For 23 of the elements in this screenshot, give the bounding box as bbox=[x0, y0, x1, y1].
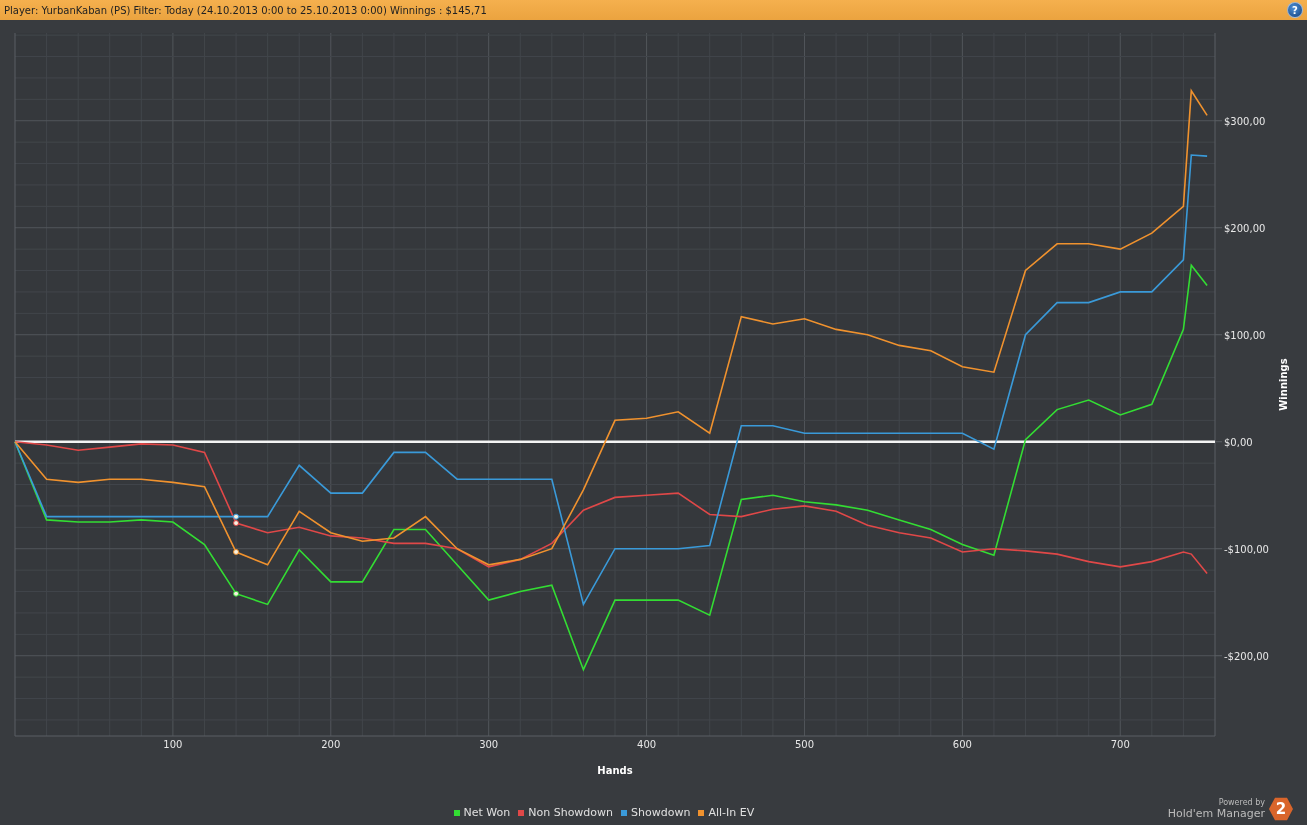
filter-summary: Player: YurbanKaban (PS) Filter: Today (24.10.2013 0:00 to 25.10.2013 0:00) Winnings : $145,71 bbox=[4, 4, 487, 16]
y-axis-title: Winnings bbox=[1278, 358, 1289, 411]
y-tick-label: $300,00 bbox=[1224, 115, 1266, 127]
x-tick-label: 500 bbox=[794, 739, 814, 750]
x-tick-label: 200 bbox=[321, 739, 341, 750]
legend-label: All-In EV bbox=[708, 806, 755, 819]
y-tick-label: -$100,00 bbox=[1224, 543, 1269, 555]
legend-label: Non Showdown bbox=[528, 806, 614, 819]
y-tick-label: $100,00 bbox=[1224, 329, 1266, 341]
product-name: Hold'em Manager bbox=[1167, 807, 1265, 820]
x-tick-label: 100 bbox=[163, 739, 183, 750]
x-tick-label: 300 bbox=[479, 739, 499, 750]
x-tick-label: 600 bbox=[952, 739, 972, 750]
y-tick-label: $0,00 bbox=[1224, 436, 1253, 448]
legend-label: Net Won bbox=[463, 806, 511, 819]
logo-badge: 2 bbox=[1269, 797, 1293, 821]
powered-by-text: Powered by bbox=[1218, 798, 1265, 807]
y-tick-label: $200,00 bbox=[1224, 222, 1266, 234]
x-axis-title: Hands bbox=[597, 765, 633, 776]
x-tick-label: 700 bbox=[1110, 739, 1130, 750]
x-tick-label: 400 bbox=[637, 739, 657, 750]
legend-label: Showdown bbox=[631, 806, 691, 819]
y-tick-label: -$200,00 bbox=[1224, 650, 1269, 662]
